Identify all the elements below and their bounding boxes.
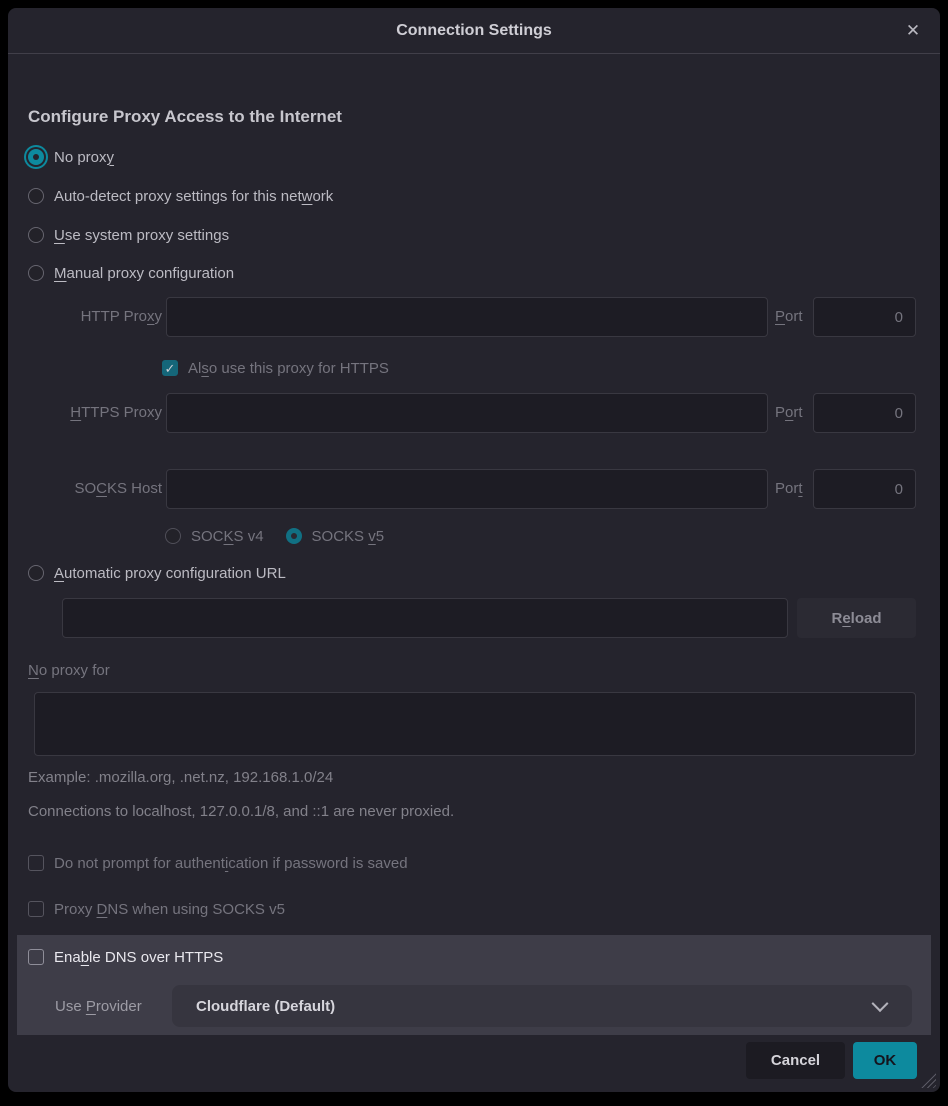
share-proxy-checkbox[interactable]: ✓ Also use this proxy for HTTPS [162, 357, 389, 379]
checkbox-icon [28, 855, 44, 871]
radio-icon [28, 227, 44, 243]
http-proxy-input[interactable] [166, 297, 768, 337]
radio-icon [165, 528, 181, 544]
radio-icon [28, 265, 44, 281]
cancel-button[interactable]: Cancel [746, 1042, 845, 1079]
https-proxy-label: HTTPS Proxy [28, 404, 162, 421]
no-proxy-for-label: No proxy for [28, 662, 110, 679]
socks-host-input[interactable] [166, 469, 768, 509]
no-proxy-note-text: Connections to localhost, 127.0.0.1/8, a… [28, 803, 454, 820]
doh-provider-value: Cloudflare (Default) [196, 998, 335, 1015]
checkbox-label: Enable DNS over HTTPS [54, 949, 223, 966]
http-port-label: Port [775, 308, 803, 325]
radio-label: Manual proxy configuration [54, 265, 234, 282]
radio-manual-proxy[interactable]: Manual proxy configuration [28, 262, 234, 284]
chevron-down-icon [872, 995, 889, 1012]
use-provider-label: Use Provider [55, 998, 142, 1015]
radio-label: No proxy [54, 149, 114, 166]
auto-proxy-url-input[interactable] [62, 598, 788, 638]
page-title: Configure Proxy Access to the Internet [28, 107, 342, 127]
radio-icon [286, 528, 302, 544]
radio-socks-v5[interactable]: SOCKS v5 [286, 528, 385, 545]
radio-socks-v4[interactable]: SOCKS v4 [165, 528, 264, 545]
socks-port-label: Port [775, 480, 803, 497]
doh-provider-select[interactable]: Cloudflare (Default) [172, 985, 912, 1027]
checkmark-icon: ✓ [162, 360, 178, 376]
radio-label: Automatic proxy configuration URL [54, 565, 286, 582]
enable-doh-checkbox[interactable]: Enable DNS over HTTPS [28, 946, 223, 968]
socks-port-input[interactable] [813, 469, 916, 509]
no-proxy-for-textarea[interactable] [34, 692, 916, 756]
radio-no-proxy[interactable]: No proxy [28, 146, 114, 168]
radio-system-proxy[interactable]: Use system proxy settings [28, 224, 229, 246]
radio-icon [28, 149, 44, 165]
no-proxy-example-text: Example: .mozilla.org, .net.nz, 192.168.… [28, 769, 333, 786]
ok-button[interactable]: OK [853, 1042, 917, 1079]
radio-label: Use system proxy settings [54, 227, 229, 244]
http-proxy-label: HTTP Proxy [28, 308, 162, 325]
proxy-dns-socks5-checkbox[interactable]: Proxy DNS when using SOCKS v5 [28, 898, 285, 920]
close-icon[interactable]: ✕ [900, 18, 926, 44]
https-proxy-input[interactable] [166, 393, 768, 433]
checkbox-label: Proxy DNS when using SOCKS v5 [54, 901, 285, 918]
radio-label: SOCKS v5 [312, 528, 385, 545]
socks-host-label: SOCKS Host [28, 480, 162, 497]
checkbox-label: Also use this proxy for HTTPS [188, 360, 389, 377]
radio-autodetect-proxy[interactable]: Auto-detect proxy settings for this netw… [28, 185, 333, 207]
dialog-titlebar: Connection Settings [8, 8, 940, 54]
resize-grip-icon[interactable] [918, 1070, 936, 1088]
checkbox-label: Do not prompt for authentication if pass… [54, 855, 408, 872]
connection-settings-dialog: Connection Settings ✕ Configure Proxy Ac… [8, 8, 940, 1092]
no-auth-prompt-checkbox[interactable]: Do not prompt for authentication if pass… [28, 852, 408, 874]
radio-auto-proxy-url[interactable]: Automatic proxy configuration URL [28, 562, 286, 584]
http-port-input[interactable] [813, 297, 916, 337]
https-port-input[interactable] [813, 393, 916, 433]
radio-label: Auto-detect proxy settings for this netw… [54, 188, 333, 205]
https-port-label: Port [775, 404, 803, 421]
dialog-title: Connection Settings [396, 22, 552, 40]
checkbox-icon [28, 901, 44, 917]
radio-icon [28, 565, 44, 581]
checkbox-icon [28, 949, 44, 965]
reload-button[interactable]: Reload [797, 598, 916, 638]
radio-label: SOCKS v4 [191, 528, 264, 545]
radio-icon [28, 188, 44, 204]
